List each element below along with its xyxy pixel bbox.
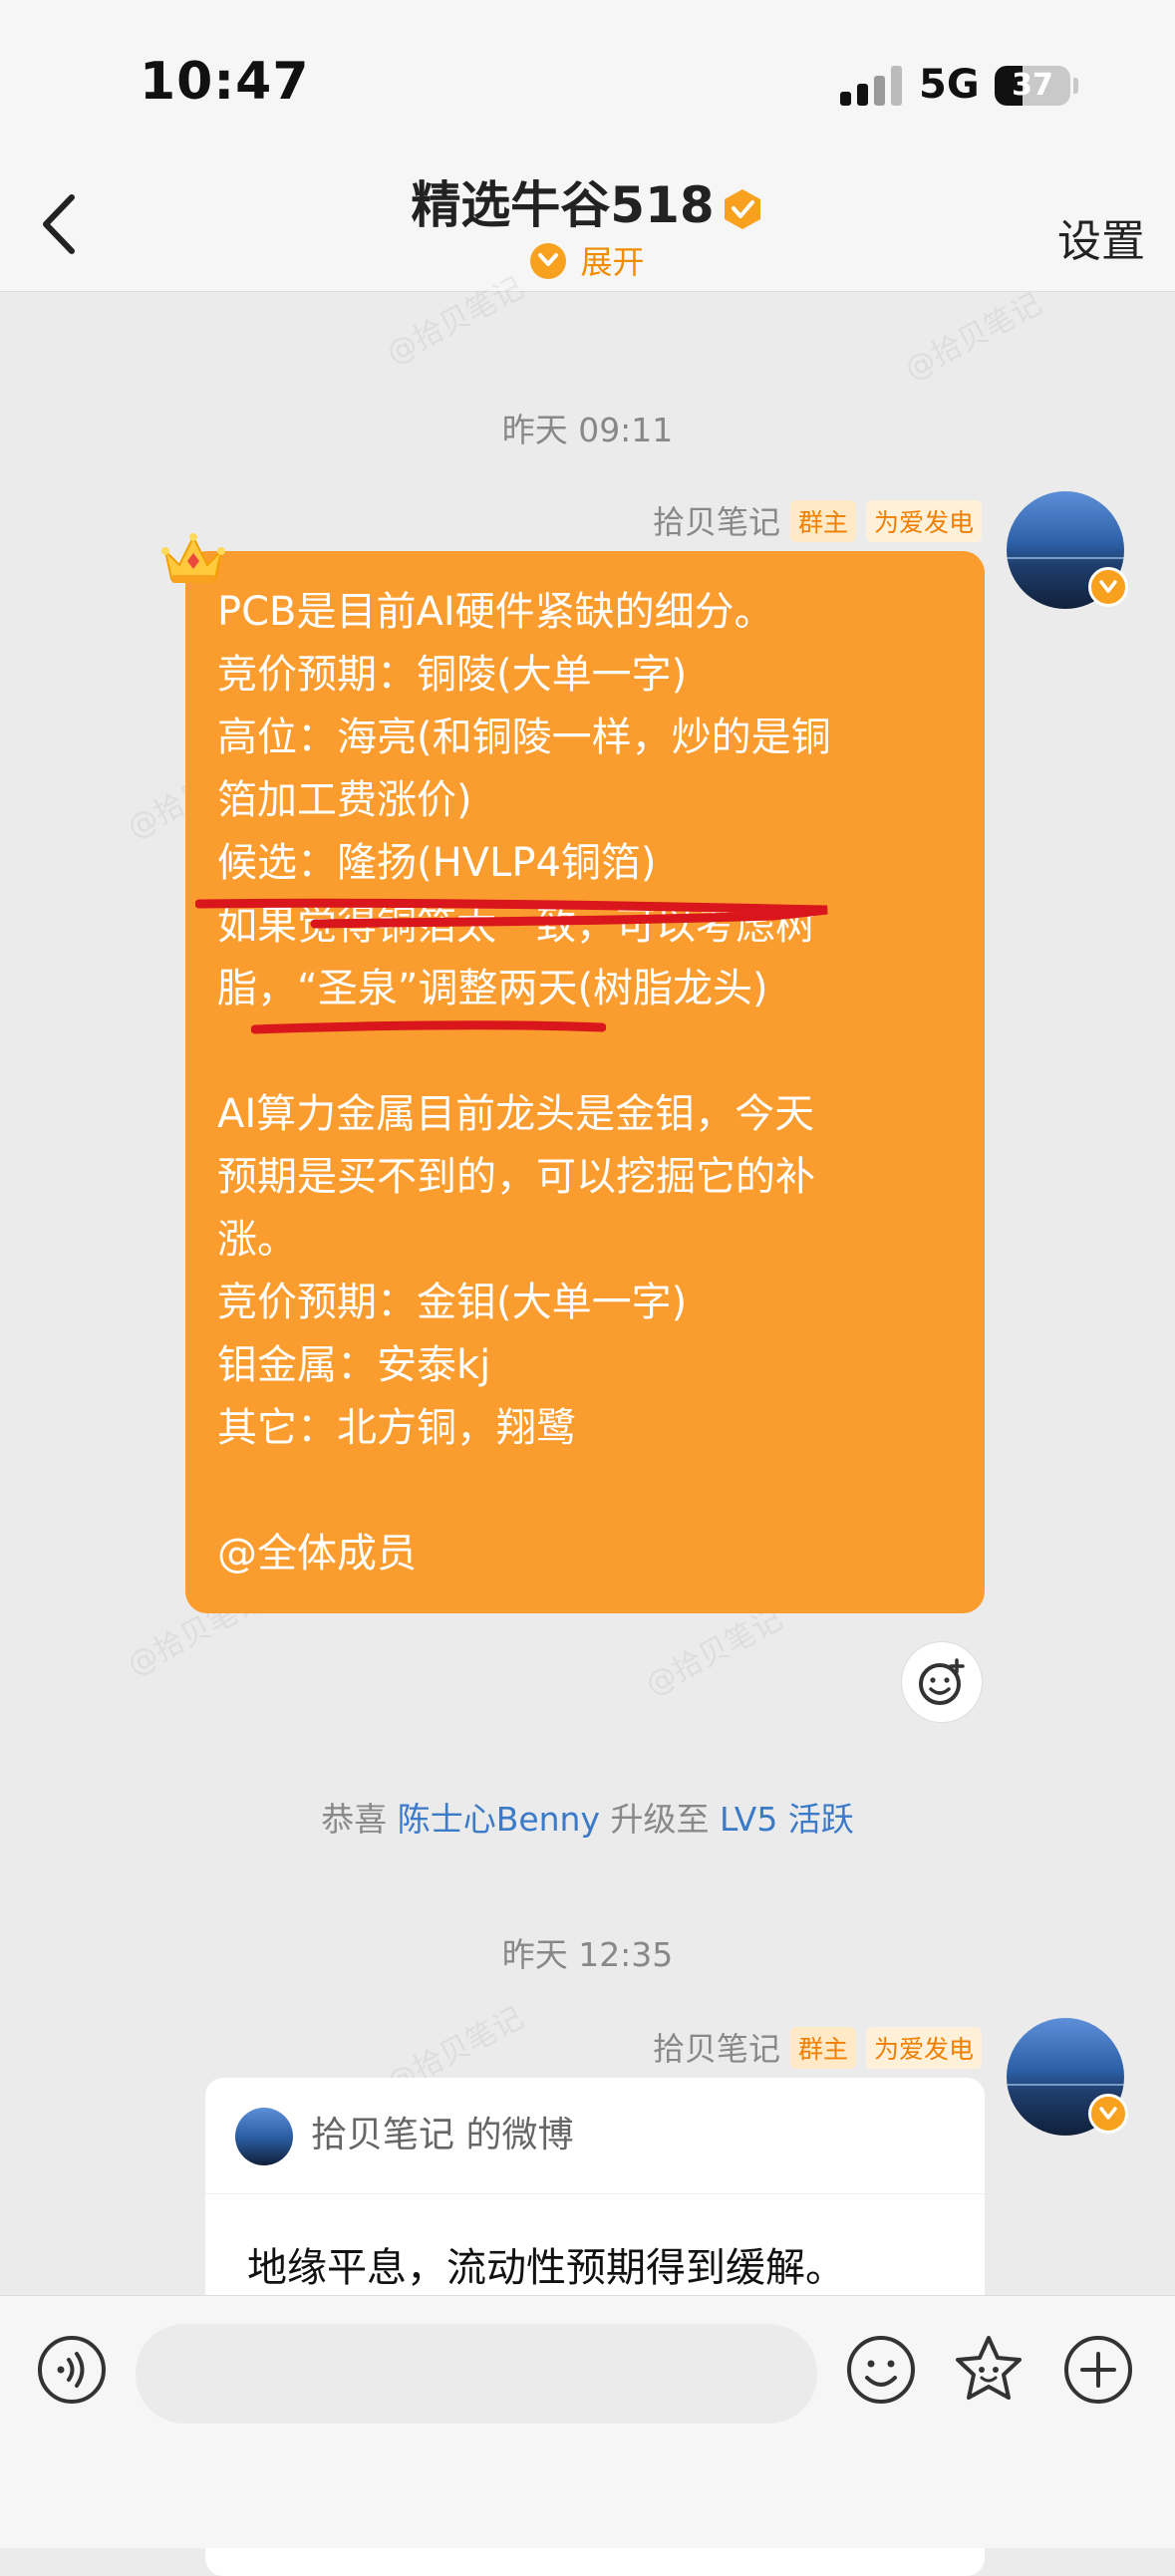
verified-badge-icon [724, 188, 760, 229]
input-bar [0, 2295, 1175, 2548]
battery-level: 37 [1012, 68, 1053, 103]
cellular-signal-icon [840, 66, 904, 106]
member-name[interactable]: 陈士心Benny [398, 1800, 600, 1839]
owner-tag: 群主 [789, 500, 856, 542]
verified-icon [1088, 567, 1128, 607]
owner-tag: 群主 [789, 2027, 856, 2069]
message-timestamp: 昨天 09:11 [501, 411, 674, 449]
sticker-button[interactable] [951, 2332, 1027, 2408]
red-underline [195, 898, 828, 929]
message-input[interactable] [136, 2324, 817, 2424]
expand-label: 展开 [580, 243, 645, 281]
message-text: PCB是目前AI硬件紧缺的细分。 竞价预期：铜陵(大单一字) 高位：海亮(和铜陵… [217, 589, 831, 1576]
add-reaction-button[interactable] [901, 1641, 983, 1723]
sender-name[interactable]: 拾贝笔记 [653, 503, 780, 541]
sender-line: 拾贝笔记 群主 为爱发电 [653, 2024, 982, 2072]
more-button[interactable] [1060, 2332, 1136, 2408]
member-level: LV5 活跃 [719, 1800, 854, 1839]
group-title[interactable]: 精选牛谷518 [0, 165, 1175, 237]
smiley-plus-icon [919, 1658, 965, 1705]
crown-icon [161, 533, 225, 583]
voice-icon [38, 2336, 106, 2404]
star-face-icon [956, 2336, 1022, 2400]
message-timestamp: 昨天 12:35 [501, 1935, 674, 1974]
status-bar: 10:47 5G 37 [0, 0, 1175, 159]
battery-icon: 37 [995, 66, 1070, 106]
red-underline [251, 1020, 606, 1034]
voice-button[interactable] [34, 2332, 110, 2408]
system-notice: 恭喜 陈士心Benny 升级至 LV5 活跃 [321, 1800, 854, 1839]
watermark: @拾贝笔记 [899, 286, 1048, 388]
emoji-button[interactable] [843, 2332, 919, 2408]
chevron-down-icon [530, 243, 567, 279]
avatar [235, 2108, 293, 2165]
chat-header: 精选牛谷518 展开 设置 [0, 159, 1175, 292]
verified-icon [1088, 2094, 1128, 2134]
message-bubble[interactable]: PCB是目前AI硬件紧缺的细分。 竞价预期：铜陵(大单一字) 高位：海亮(和铜陵… [185, 551, 985, 1613]
card-text: 地缘平息，流动性预期得到缓解。 [247, 2245, 845, 2291]
sender-line: 拾贝笔记 群主 为爱发电 [653, 497, 982, 545]
settings-button[interactable]: 设置 [1057, 205, 1145, 269]
expand-button[interactable]: 展开 [0, 237, 1175, 283]
avatar[interactable] [1007, 491, 1128, 609]
fan-tag: 为爱发电 [865, 2027, 982, 2069]
group-name: 精选牛谷518 [411, 176, 715, 234]
network-type: 5G [919, 62, 980, 108]
card-source: 拾贝笔记 的微博 [235, 2106, 573, 2165]
message-list[interactable]: @拾贝笔记 @拾贝笔记 @拾贝笔记 @拾贝笔记 @拾贝笔记 @拾贝笔记 昨天 0… [0, 270, 1175, 2576]
smiley-icon [847, 2336, 915, 2404]
sender-name[interactable]: 拾贝笔记 [653, 2030, 780, 2068]
plus-icon [1064, 2336, 1132, 2404]
avatar[interactable] [1007, 2018, 1128, 2136]
status-time: 10:47 [140, 52, 310, 112]
fan-tag: 为爱发电 [865, 500, 982, 542]
